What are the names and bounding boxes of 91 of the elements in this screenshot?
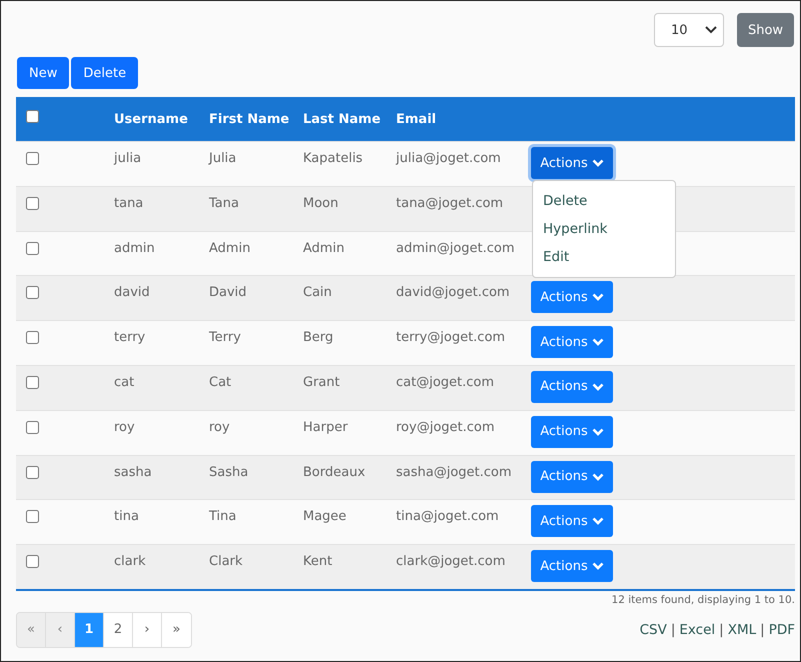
table-cell-text: david — [114, 285, 151, 300]
row-checkbox[interactable] — [26, 555, 39, 568]
table-cell-text: Moon — [303, 196, 340, 211]
chevron-down-icon — [592, 159, 604, 167]
actions-button[interactable]: Actions — [531, 326, 613, 358]
table-cell-text: Terry — [209, 330, 242, 346]
actions-button[interactable]: Actions — [531, 460, 613, 493]
table-cell-text: clark@joget.com — [396, 554, 506, 570]
page-size-select[interactable]: 10 — [654, 13, 724, 47]
table-cell-text: tana — [114, 196, 144, 211]
menu-item[interactable]: Hyperlink — [533, 215, 675, 243]
page-button[interactable]: 2 — [104, 612, 133, 647]
table-cell-text: Cain — [303, 285, 333, 300]
table-cell-text: tina@joget.com — [396, 509, 500, 524]
page-button[interactable]: › — [133, 612, 162, 647]
menu-item[interactable]: Delete — [533, 187, 675, 215]
row-checkbox[interactable] — [26, 331, 39, 344]
actions-button[interactable]: Actions — [531, 550, 613, 582]
row-checkbox[interactable] — [26, 466, 39, 479]
export-link[interactable]: Excel — [679, 622, 716, 638]
column-header[interactable]: Username — [114, 112, 209, 126]
table-cell-text: roy — [114, 420, 136, 435]
chevron-down-icon — [705, 26, 717, 34]
delete-button[interactable]: Delete — [71, 57, 138, 89]
new-button[interactable]: New — [17, 57, 70, 89]
menu-item[interactable]: Edit — [533, 243, 675, 271]
chevron-down-icon — [592, 428, 604, 436]
separator-text: | — [670, 622, 676, 638]
chevron-down-icon — [592, 562, 604, 570]
table-cell-text: terry — [114, 330, 146, 346]
table-cell-text: david@joget.com — [396, 285, 511, 300]
table-cell-text: Bordeaux — [303, 464, 366, 480]
table-cell-text: David — [209, 285, 248, 300]
table-cell-text: Grant — [303, 374, 341, 390]
table-cell-text: tana@joget.com — [396, 196, 504, 211]
table-cell-text: Kapatelis — [303, 151, 364, 166]
export-link[interactable]: XML — [728, 622, 756, 638]
table-cell-text: Harper — [303, 420, 349, 435]
row-checkbox[interactable] — [26, 510, 39, 524]
separator-text: | — [760, 622, 765, 638]
table-cell-text: tina — [114, 509, 140, 524]
table-cell-text: Tana — [209, 196, 240, 211]
table-cell-text: Clark — [209, 554, 244, 570]
row-checkbox[interactable] — [26, 376, 39, 389]
row-checkbox[interactable] — [26, 196, 39, 210]
table-cell-text: cat@joget.com — [396, 374, 496, 390]
select-all-checkbox[interactable] — [26, 110, 39, 122]
table-cell-text: Julia — [209, 151, 238, 166]
table-cell-text: Berg — [303, 330, 334, 346]
page-button[interactable]: 1 — [75, 612, 104, 647]
chevron-down-icon — [592, 293, 604, 302]
table-cell-text: terry@joget.com — [396, 330, 506, 346]
column-header[interactable]: First Name — [209, 112, 303, 126]
chevron-down-icon — [592, 338, 604, 346]
column-header[interactable]: Email — [396, 112, 531, 126]
export-link[interactable]: CSV — [640, 622, 667, 638]
summary-text: 12 items found, displaying 1 to 10. — [610, 592, 796, 606]
row-checkbox[interactable] — [26, 420, 39, 434]
table-cell-text: Tina — [209, 509, 238, 524]
row-checkbox[interactable] — [26, 242, 39, 255]
table-cell-text: Sasha — [209, 464, 250, 480]
table-cell-text: Admin — [303, 240, 346, 256]
chevron-down-icon — [592, 382, 604, 391]
table-cell-text: admin — [114, 240, 156, 256]
table-cell-text: julia@joget.com — [396, 151, 502, 166]
actions-button[interactable]: Actions — [531, 147, 613, 179]
actions-button[interactable]: Actions — [531, 416, 613, 448]
column-header[interactable]: Last Name — [303, 112, 396, 126]
chevron-down-icon — [592, 472, 604, 481]
table-cell-text: julia — [114, 151, 142, 166]
chevron-down-icon — [592, 517, 604, 526]
table-cell-text: clark — [114, 554, 147, 570]
show-button[interactable]: Show — [737, 13, 794, 47]
table-cell-text: Magee — [303, 509, 348, 524]
table-cell-text: sasha@joget.com — [396, 464, 513, 480]
table-cell-text: cat — [114, 374, 136, 390]
table-cell-text: Cat — [209, 374, 232, 390]
row-checkbox[interactable] — [26, 286, 39, 300]
page-button[interactable]: » — [162, 612, 191, 647]
table-cell-text: Kent — [303, 554, 334, 570]
export-link[interactable]: PDF — [768, 622, 795, 638]
table-cell-text: roy — [209, 420, 231, 435]
table-cell-text: admin@joget.com — [396, 240, 516, 256]
actions-button[interactable]: Actions — [531, 281, 613, 314]
actions-button[interactable]: Actions — [531, 370, 613, 403]
separator-text: | — [719, 622, 724, 638]
row-checkbox[interactable] — [26, 152, 39, 165]
table-cell-text: sasha — [114, 464, 153, 480]
table-cell-text: roy@joget.com — [396, 420, 496, 435]
actions-button[interactable]: Actions — [531, 505, 613, 538]
table-cell-text: Admin — [209, 240, 252, 256]
